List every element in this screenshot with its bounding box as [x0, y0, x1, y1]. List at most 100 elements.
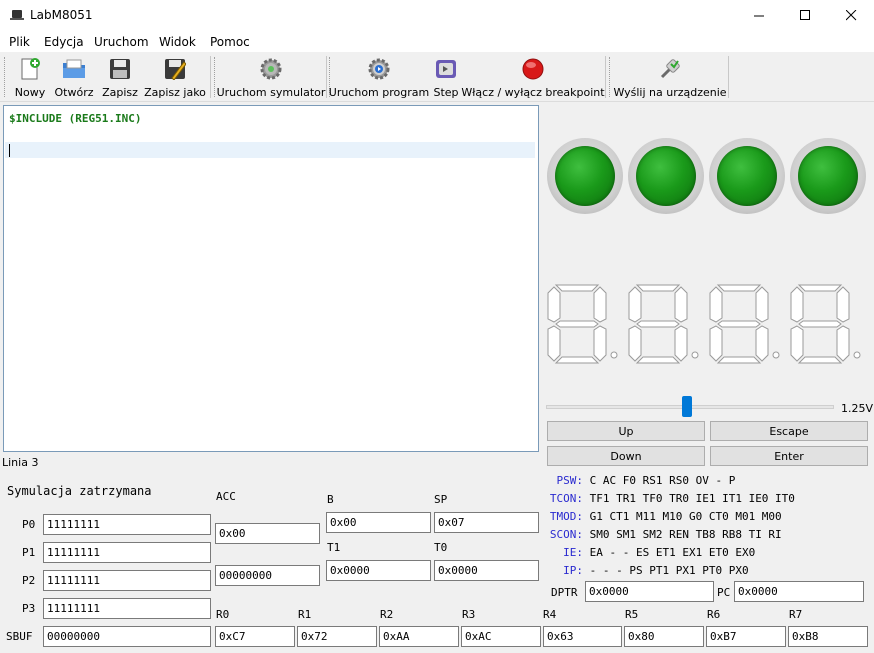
- ie-row: IE: EA - - ES ET1 EX1 ET0 EX0: [541, 546, 755, 559]
- menu-plik[interactable]: Plik: [9, 35, 30, 49]
- upload-device-icon: [657, 56, 683, 82]
- r5-label: R5: [625, 608, 639, 621]
- toolbar-grip[interactable]: [609, 57, 612, 97]
- toolbar: Nowy Otwórz Zapisz Zapisz jako Uruchom s…: [0, 52, 874, 102]
- pc-field[interactable]: 0x0000: [734, 581, 864, 602]
- scon-row: SCON: SM0 SM1 SM2 REN TB8 RB8 TI RI: [541, 528, 782, 541]
- slider-value: 1.25V: [841, 402, 874, 415]
- t1-field[interactable]: 0x0000: [326, 560, 431, 581]
- r1-field[interactable]: 0x72: [297, 626, 377, 647]
- toolbar-separator: [326, 56, 327, 98]
- psw-label: PSW:: [556, 474, 584, 487]
- gear-run-icon: [366, 56, 392, 82]
- current-line-highlight: [5, 142, 535, 158]
- window-title: LabM8051: [30, 8, 93, 22]
- menu-uruchom[interactable]: Uruchom: [94, 35, 149, 49]
- t1-label: T1: [327, 541, 341, 554]
- folder-icon: [61, 56, 87, 82]
- ie-label: IE:: [563, 546, 583, 559]
- app-window: LabM8051 Plik Edycja Uruchom Widok Pomoc: [0, 0, 874, 653]
- maximize-icon: [799, 10, 810, 20]
- toolbar-grip[interactable]: [4, 57, 7, 97]
- title-bar: LabM8051: [0, 0, 874, 31]
- r6-field[interactable]: 0xB7: [706, 626, 786, 647]
- menu-pomoc[interactable]: Pomoc: [210, 35, 250, 49]
- down-button[interactable]: Down: [547, 446, 705, 466]
- save-as-button[interactable]: Zapisz jako: [144, 54, 206, 100]
- psw-bits: C AC F0 RS1 RS0 OV - P: [589, 474, 736, 487]
- new-button[interactable]: Nowy: [13, 54, 47, 100]
- led-2: [628, 138, 704, 214]
- enter-button[interactable]: Enter: [710, 446, 868, 466]
- save-label: Zapisz: [102, 86, 138, 99]
- seven-segment-digit-3: [709, 284, 780, 364]
- r0-label: R0: [216, 608, 230, 621]
- voltage-slider[interactable]: [546, 395, 836, 419]
- sbuf-label: SBUF: [6, 630, 33, 643]
- r2-label: R2: [380, 608, 394, 621]
- tcon-row: TCON: TF1 TR1 TF0 TR0 IE1 IT1 IE0 IT0: [541, 492, 795, 505]
- breakpoint-button[interactable]: Włącz / wyłącz breakpoint: [461, 54, 605, 100]
- r4-label: R4: [543, 608, 557, 621]
- tmod-row: TMOD: G1 CT1 M11 M10 G0 CT0 M01 M00: [541, 510, 782, 523]
- menu-edycja[interactable]: Edycja: [44, 35, 84, 49]
- open-button[interactable]: Otwórz: [53, 54, 95, 100]
- close-button[interactable]: [828, 0, 874, 31]
- sbuf-field[interactable]: 00000000: [43, 626, 211, 647]
- new-label: Nowy: [14, 86, 46, 99]
- r4-field[interactable]: 0x63: [543, 626, 622, 647]
- save-as-label: Zapisz jako: [144, 86, 206, 99]
- tcon-bits: TF1 TR1 TF0 TR0 IE1 IT1 IE0 IT0: [589, 492, 795, 505]
- slider-thumb[interactable]: [682, 396, 692, 417]
- p0-field[interactable]: 11111111: [43, 514, 211, 535]
- ip-label: IP:: [563, 564, 583, 577]
- run-program-label: Uruchom program: [328, 86, 430, 99]
- floppy-icon: [107, 56, 133, 82]
- sp-field[interactable]: 0x07: [434, 512, 539, 533]
- t0-field[interactable]: 0x0000: [434, 560, 539, 581]
- menu-bar: Plik Edycja Uruchom Widok Pomoc: [0, 31, 874, 52]
- line-status: Linia 3: [2, 456, 39, 469]
- acc-hex-field[interactable]: 0x00: [215, 523, 320, 544]
- r2-field[interactable]: 0xAA: [379, 626, 459, 647]
- p3-field[interactable]: 11111111: [43, 598, 211, 619]
- send-to-device-button[interactable]: Wyślij na urządzenie: [613, 54, 727, 100]
- run-simulator-label: Uruchom symulator: [216, 86, 326, 99]
- r7-field[interactable]: 0xB8: [788, 626, 868, 647]
- dptr-field[interactable]: 0x0000: [585, 581, 714, 602]
- led-1: [547, 138, 623, 214]
- tmod-bits: G1 CT1 M11 M10 G0 CT0 M01 M00: [589, 510, 782, 523]
- chip-icon: [10, 10, 24, 20]
- r5-field[interactable]: 0x80: [624, 626, 704, 647]
- escape-button[interactable]: Escape: [710, 421, 868, 441]
- code-editor[interactable]: $INCLUDE (REG51.INC): [3, 105, 539, 452]
- up-button[interactable]: Up: [547, 421, 705, 441]
- step-button[interactable]: Step: [431, 54, 461, 100]
- menu-widok[interactable]: Widok: [159, 35, 196, 49]
- save-button[interactable]: Zapisz: [102, 54, 138, 100]
- save-as-icon: [162, 56, 188, 82]
- close-icon: [845, 10, 856, 21]
- tmod-label: TMOD:: [549, 510, 583, 523]
- minimize-icon: [753, 15, 764, 17]
- run-program-button[interactable]: Uruchom program: [329, 54, 429, 100]
- new-file-icon: [17, 56, 43, 82]
- toolbar-separator: [605, 56, 606, 98]
- text-caret: [9, 144, 10, 157]
- ip-row: IP: - - - PS PT1 PX1 PT0 PX0: [541, 564, 749, 577]
- scon-bits: SM0 SM1 SM2 REN TB8 RB8 TI RI: [589, 528, 782, 541]
- b-field[interactable]: 0x00: [326, 512, 431, 533]
- p2-field[interactable]: 11111111: [43, 570, 211, 591]
- minimize-button[interactable]: [736, 0, 782, 31]
- seven-segment-digit-2: [628, 284, 699, 364]
- run-simulator-button[interactable]: Uruchom symulator: [217, 54, 325, 100]
- maximize-button[interactable]: [782, 0, 828, 31]
- p3-label: P3: [22, 602, 36, 615]
- ip-bits: - - - PS PT1 PX1 PT0 PX0: [589, 564, 749, 577]
- p1-label: P1: [22, 546, 36, 559]
- dptr-label: DPTR: [551, 586, 578, 599]
- p1-field[interactable]: 11111111: [43, 542, 211, 563]
- r0-field[interactable]: 0xC7: [215, 626, 295, 647]
- acc-bin-field[interactable]: 00000000: [215, 565, 320, 586]
- r3-field[interactable]: 0xAC: [461, 626, 541, 647]
